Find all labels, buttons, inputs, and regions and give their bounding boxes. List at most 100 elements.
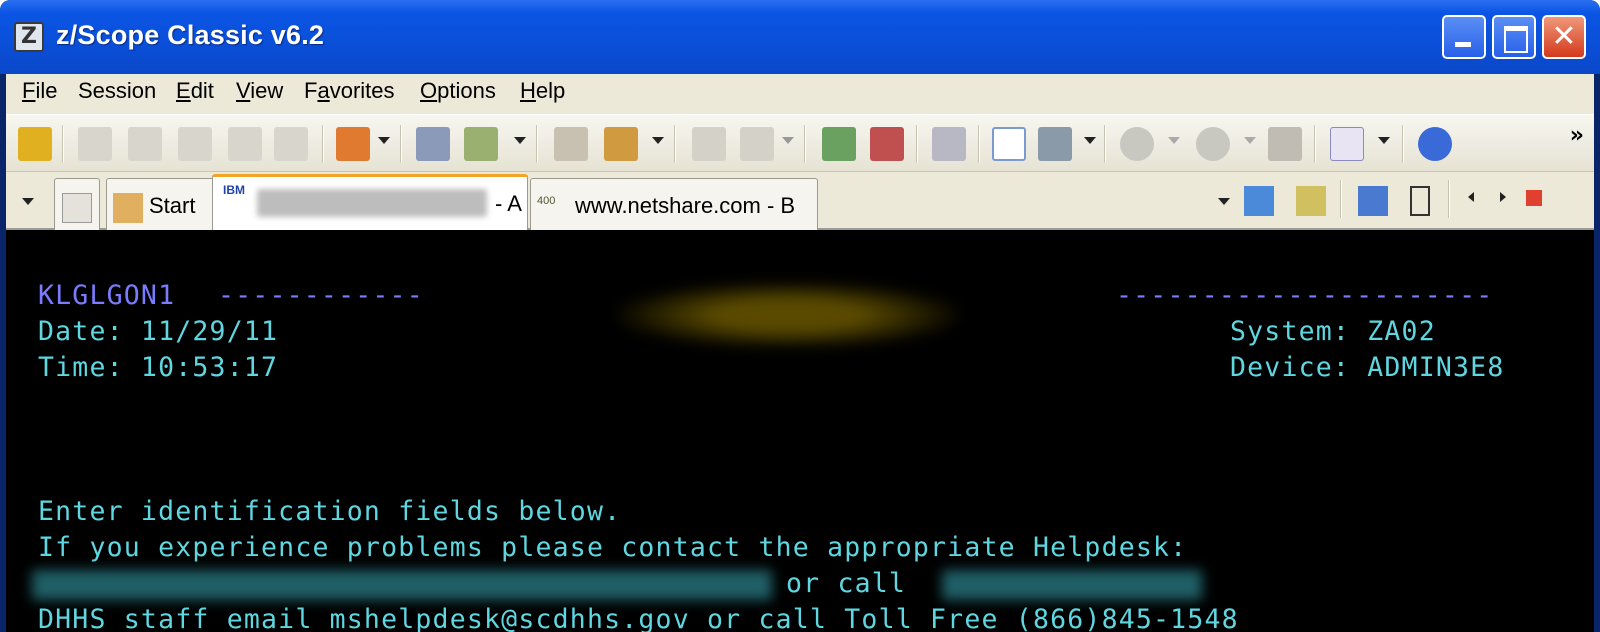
redacted-helpdesk-phone [942, 570, 1202, 600]
time-line: Time: 10:53:17 [38, 352, 279, 383]
toolbar-separator [1314, 125, 1316, 163]
scroll-left-icon[interactable] [1468, 192, 1474, 202]
tab-overview[interactable] [54, 178, 100, 230]
undo-icon[interactable] [228, 127, 262, 161]
system-line: System: ZA02 [1230, 316, 1436, 347]
swap-icon[interactable] [1244, 186, 1274, 216]
chevron-down-icon[interactable] [1218, 198, 1230, 205]
scroll-right-icon[interactable] [1500, 192, 1506, 202]
ibm-icon: IBM [223, 183, 245, 197]
application-window: Z z/Scope Classic v6.2 ✕ File Session Ed… [0, 0, 1600, 632]
tab-session-b-label: www.netshare.com - B [575, 193, 796, 218]
redacted-helpdesk-name [32, 570, 772, 600]
toolbar-separator [536, 125, 538, 163]
instruction-line-1: Enter identification fields below. [38, 496, 622, 527]
header-dashes-left: ------------ [218, 280, 424, 311]
toolbar-separator [400, 125, 402, 163]
minimize-icon [1444, 17, 1484, 57]
layout-icon[interactable] [336, 127, 370, 161]
printer-icon[interactable] [932, 127, 966, 161]
chevron-down-icon[interactable] [1378, 137, 1390, 144]
paste-icon[interactable] [178, 127, 212, 161]
menu-options[interactable]: Options [420, 78, 496, 104]
tab-session-a[interactable]: IBM - A [212, 174, 528, 230]
toolbar-separator [1104, 125, 1106, 163]
grid-icon [62, 193, 92, 223]
close-button[interactable]: ✕ [1542, 15, 1586, 59]
toolbar-separator [804, 125, 806, 163]
chevron-down-icon[interactable] [652, 137, 664, 144]
app-icon[interactable]: Z [14, 22, 44, 52]
list-icon[interactable] [1330, 127, 1364, 161]
tab-start[interactable]: Start [106, 178, 214, 230]
tab-list-dropdown-icon[interactable] [22, 198, 34, 205]
menu-help[interactable]: Help [520, 78, 565, 104]
title-bar[interactable]: Z z/Scope Classic v6.2 ✕ [0, 0, 1600, 74]
menu-favorites[interactable]: Favorites [304, 78, 395, 104]
connect-icon[interactable] [18, 127, 52, 161]
terminal-screen[interactable]: KLGLGON1 ------------ ------------------… [6, 230, 1594, 632]
home-icon [113, 193, 143, 223]
print-screen-icon[interactable] [416, 127, 450, 161]
window-icon[interactable] [992, 127, 1026, 161]
menu-file[interactable]: File [22, 78, 57, 104]
maximize-icon [1494, 17, 1534, 57]
download-icon[interactable] [870, 127, 904, 161]
move-icon[interactable] [1358, 186, 1388, 216]
redacted-title [618, 282, 958, 348]
print-session-icon[interactable] [1296, 186, 1326, 216]
screen-id: KLGLGON1 [38, 280, 176, 311]
menu-edit[interactable]: Edit [176, 78, 214, 104]
maximize-button[interactable] [1492, 15, 1536, 59]
menu-session[interactable]: Session [78, 78, 156, 104]
header-dashes-right: ---------------------- [1116, 280, 1494, 311]
macro-icon[interactable] [692, 127, 726, 161]
toolbar-separator [1340, 180, 1342, 218]
chevron-down-icon[interactable] [782, 137, 794, 144]
window-title: z/Scope Classic v6.2 [56, 20, 325, 50]
export-icon[interactable] [464, 127, 498, 161]
pin-icon[interactable] [1410, 186, 1430, 216]
forward-icon[interactable] [1196, 127, 1230, 161]
chevron-down-icon[interactable] [514, 137, 526, 144]
menu-view[interactable]: View [236, 78, 283, 104]
home-icon[interactable] [1268, 127, 1302, 161]
copy-icon[interactable] [78, 127, 112, 161]
toolbar-separator [978, 125, 980, 163]
toolbar-separator [62, 125, 64, 163]
tab-session-a-label: - A [495, 191, 522, 216]
date-line: Date: 11/29/11 [38, 316, 279, 347]
help-icon[interactable] [1418, 127, 1452, 161]
chevron-down-icon[interactable] [1244, 137, 1256, 144]
delete-icon[interactable] [274, 127, 308, 161]
menu-bar: File Session Edit View Favorites Options… [6, 74, 1594, 114]
toolbar-separator [322, 125, 324, 163]
toolbar-separator [1402, 125, 1404, 163]
settings-icon[interactable] [554, 127, 588, 161]
toolbar-separator [674, 125, 676, 163]
back-icon[interactable] [1120, 127, 1154, 161]
cut-icon[interactable] [128, 127, 162, 161]
chevron-down-icon[interactable] [1168, 137, 1180, 144]
record-icon[interactable] [740, 127, 774, 161]
session-tab-strip: Start IBM - A 400 www.netshare.com - B [6, 172, 1594, 230]
close-icon: ✕ [1551, 19, 1577, 54]
tab-session-b[interactable]: 400 www.netshare.com - B [530, 178, 818, 230]
redacted-host [257, 189, 487, 217]
toolbar-separator [916, 125, 918, 163]
instruction-line-4: DHHS staff email mshelpdesk@scdhhs.gov o… [38, 604, 1239, 632]
properties-icon[interactable] [604, 127, 638, 161]
close-tab-icon[interactable] [1526, 190, 1542, 206]
toolbar-separator [1448, 180, 1450, 218]
upload-icon[interactable] [822, 127, 856, 161]
tab-start-label: Start [149, 193, 196, 218]
instruction-line-2: If you experience problems please contac… [38, 532, 1188, 563]
keyboard-icon[interactable] [1038, 127, 1072, 161]
toolbar: » [6, 114, 1594, 172]
instruction-line-3: or call [786, 568, 907, 599]
as400-icon: 400 [537, 195, 556, 207]
minimize-button[interactable] [1442, 15, 1486, 59]
chevron-down-icon[interactable] [378, 137, 390, 144]
chevron-down-icon[interactable] [1084, 137, 1096, 144]
toolbar-overflow-button[interactable]: » [1570, 123, 1584, 148]
